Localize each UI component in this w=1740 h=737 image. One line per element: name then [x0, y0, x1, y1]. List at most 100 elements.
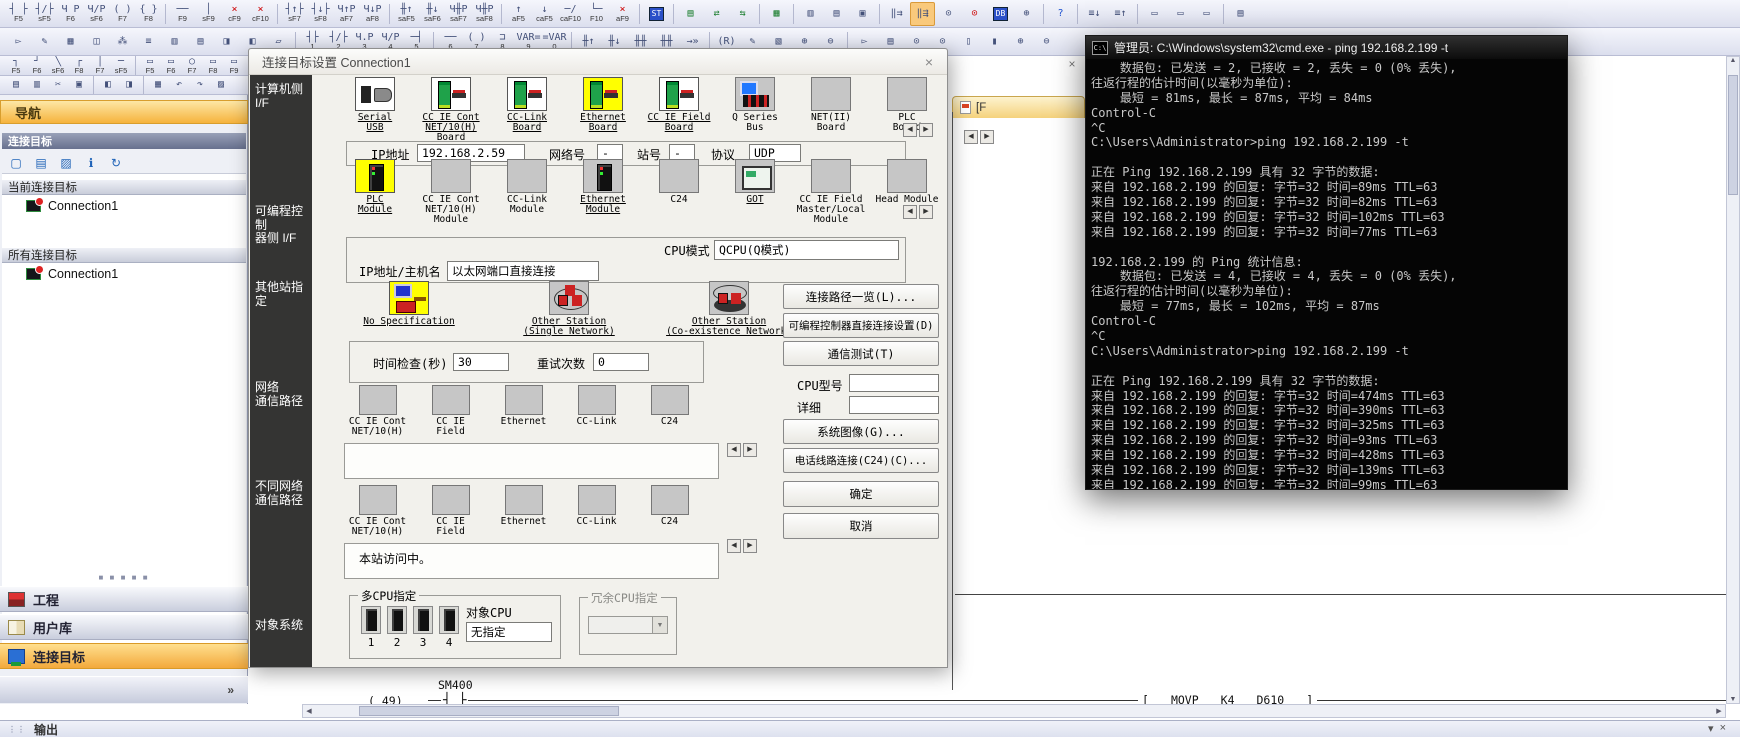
tab-scroll-right-icon[interactable]: ▶: [980, 130, 994, 144]
scroll-right-icon[interactable]: ▶: [1713, 707, 1725, 715]
toolbar-button[interactable]: ▭: [1194, 2, 1219, 26]
toolbar-button[interactable]: ✎: [32, 30, 57, 54]
ok-button[interactable]: 确定: [783, 481, 939, 507]
scroll-right-icon[interactable]: ▶: [919, 205, 933, 219]
toolbar-button[interactable]: ⇆: [730, 2, 755, 26]
route-option[interactable]: CC IE Cont NET/10(H): [341, 485, 414, 537]
interface-option[interactable]: Ethernet Board: [565, 77, 641, 143]
toolbar-button[interactable]: ( )F7: [110, 2, 135, 26]
tabstrip-close-icon[interactable]: ×: [1064, 57, 1080, 72]
scrollbar-thumb[interactable]: [359, 706, 619, 716]
panel-tool-icon[interactable]: ▢: [6, 154, 26, 171]
horizontal-scrollbar[interactable]: ◀ ▶: [302, 704, 1726, 718]
interface-option[interactable]: Serial USB: [337, 77, 413, 143]
toolbar-button[interactable]: ▣: [850, 2, 875, 26]
detail-field[interactable]: [849, 396, 939, 414]
panel-tool-icon[interactable]: ↻: [106, 154, 126, 171]
communication-test-button[interactable]: 通信测试(T): [783, 341, 939, 366]
toolbar-button[interactable]: ST: [644, 2, 669, 26]
toolbar-button[interactable]: ▤: [678, 2, 703, 26]
toolbar-button[interactable]: ▦: [148, 76, 168, 94]
dialog-close-icon[interactable]: ×: [920, 54, 938, 71]
toolbar-button[interactable]: { }F8: [136, 2, 161, 26]
toolbar-button[interactable]: [143, 76, 144, 95]
toolbar-button[interactable]: ▨: [211, 76, 231, 94]
toolbar-button[interactable]: ▭F8: [203, 57, 223, 75]
cpu-type-field[interactable]: [849, 374, 939, 392]
toolbar-button[interactable]: ○F7: [182, 57, 202, 75]
route-option[interactable]: CC IE Cont NET/10(H): [341, 385, 414, 437]
toolbar-button[interactable]: ⊕: [1014, 2, 1039, 26]
vertical-scrollbar[interactable]: ▲ ▼: [1726, 56, 1740, 704]
cpu-option[interactable]: 4: [436, 606, 462, 649]
toolbar-button[interactable]: ?: [1048, 2, 1073, 26]
toolbar-button[interactable]: ‖⇉: [884, 2, 909, 26]
panel-tool-icon[interactable]: ▤: [31, 154, 51, 171]
interface-option[interactable]: CC IE Cont NET/10(H) Board: [413, 77, 489, 143]
toolbar-button[interactable]: ┘F6: [27, 57, 47, 75]
connection-item-all[interactable]: Connection1: [2, 265, 246, 283]
cancel-button[interactable]: 取消: [783, 513, 939, 539]
toolbar-button[interactable]: ↑aF5: [506, 2, 531, 26]
toolbar-button[interactable]: ▦: [764, 2, 789, 26]
toolbar-button[interactable]: ┤/├sF5: [32, 2, 57, 26]
sidebar-more-chevron[interactable]: »: [0, 676, 248, 703]
route-option[interactable]: Ethernet: [487, 485, 560, 537]
route-option[interactable]: CC-Link: [560, 485, 633, 537]
toolbar-button[interactable]: ┤↑├sF7: [282, 2, 307, 26]
toolbar-button[interactable]: ▮: [982, 30, 1007, 54]
toolbar-button[interactable]: [1043, 4, 1044, 24]
interface-option[interactable]: CC-Link Board: [489, 77, 565, 143]
toolbar-button[interactable]: ⊙: [936, 2, 961, 26]
toolbar-button[interactable]: [639, 4, 640, 24]
toolbar-button[interactable]: ▤: [188, 30, 213, 54]
toolbar-button[interactable]: └─F10: [584, 2, 609, 26]
cmd-output[interactable]: 数据包: 已发送 = 2, 已接收 = 2, 丢失 = 0 (0% 丢失),往返…: [1086, 59, 1567, 489]
system-image-button[interactable]: 系统图像(G)...: [783, 419, 939, 444]
toolbar-button[interactable]: ×aF9: [610, 2, 635, 26]
toolbar-button[interactable]: ▥: [27, 76, 47, 94]
toolbar-button[interactable]: ▤: [6, 76, 26, 94]
cpu-mode-field[interactable]: QCPU(Q模式): [714, 240, 899, 260]
toolbar-button[interactable]: ╫↑saF5: [394, 2, 419, 26]
output-pane-header[interactable]: ⋮⋮ 输出 ▾ ×: [0, 720, 1740, 737]
scroll-up-icon[interactable]: ▲: [1727, 57, 1739, 64]
toolbar-button[interactable]: ──F9: [170, 2, 195, 26]
toolbar-button[interactable]: ▭F9: [224, 57, 244, 75]
interface-option[interactable]: C24: [641, 159, 717, 225]
toolbar-button[interactable]: [1077, 4, 1078, 24]
toolbar-button[interactable]: ▥: [162, 30, 187, 54]
interface-option[interactable]: Ethernet Module: [565, 159, 641, 225]
sidebar-tab-project[interactable]: 工程: [0, 586, 248, 612]
interface-option[interactable]: GOT: [717, 159, 793, 225]
toolbar-button[interactable]: ‖⇶: [910, 2, 935, 26]
route-option[interactable]: C24: [633, 485, 706, 537]
sidebar-tab-connection-target[interactable]: 连接目标: [0, 643, 248, 669]
toolbar-button[interactable]: ▻: [6, 30, 31, 54]
cpu-option[interactable]: 3: [410, 606, 436, 649]
interface-option[interactable]: CC IE Field Board: [641, 77, 717, 143]
interface-option[interactable]: CC IE Cont NET/10(H) Module: [413, 159, 489, 225]
toolbar-button[interactable]: ▤: [1228, 2, 1253, 26]
toolbar-button[interactable]: [673, 4, 674, 24]
toolbar-button[interactable]: ─/caF10: [558, 2, 583, 26]
interface-option[interactable]: CC IE Field Master/Local Module: [793, 159, 869, 225]
toolbar-button[interactable]: ⊙: [962, 2, 987, 26]
toolbar-button[interactable]: [879, 4, 880, 24]
toolbar-button[interactable]: [793, 4, 794, 24]
interface-option[interactable]: Q Series Bus: [717, 77, 793, 143]
toolbar-button[interactable]: [165, 4, 166, 24]
toolbar-button[interactable]: ▭F6: [161, 57, 181, 75]
other-station-option[interactable]: Other Station (Single Network): [489, 281, 649, 337]
interface-option[interactable]: CC-Link Module: [489, 159, 565, 225]
host-name-field[interactable]: 以太网端口直接连接: [447, 261, 599, 281]
scroll-right-icon[interactable]: ▶: [743, 443, 757, 457]
toolbar-button[interactable]: ×cF9: [222, 2, 247, 26]
toolbar-button[interactable]: ┌F8: [69, 57, 89, 75]
toolbar-button[interactable]: ≡: [136, 30, 161, 54]
toolbar-button[interactable]: ┐F5: [6, 57, 26, 75]
tab-scroll-left-icon[interactable]: ◀: [964, 130, 978, 144]
toolbar-button[interactable]: [277, 4, 278, 24]
route-option[interactable]: C24: [633, 385, 706, 437]
cmd-titlebar[interactable]: C:\ 管理员: C:\Windows\system32\cmd.exe - p…: [1086, 36, 1567, 59]
